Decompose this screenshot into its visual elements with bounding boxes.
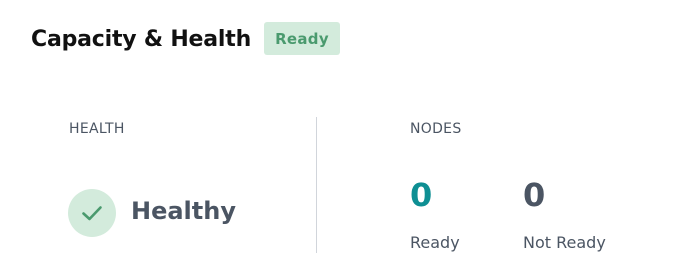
health-status: Healthy: [131, 197, 236, 225]
health-section-label: HEALTH: [69, 121, 125, 137]
panel-header: Capacity & Health: [31, 22, 251, 56]
check-icon-glyph: [82, 206, 102, 221]
section-divider: [316, 117, 317, 253]
ready-node-caption: Ready: [410, 233, 460, 252]
page-title: Capacity & Health: [31, 26, 252, 52]
nodes-section-label: NODES: [410, 121, 462, 137]
check-icon: [68, 189, 116, 237]
not-ready-node-caption: Not Ready: [523, 233, 606, 252]
not-ready-node-count: 0: [523, 176, 546, 214]
capacity-health-panel: Capacity & Health Ready HEALTH Healthy N…: [0, 0, 692, 275]
status-badge: Ready: [264, 22, 340, 55]
ready-node-count: 0: [410, 176, 433, 214]
